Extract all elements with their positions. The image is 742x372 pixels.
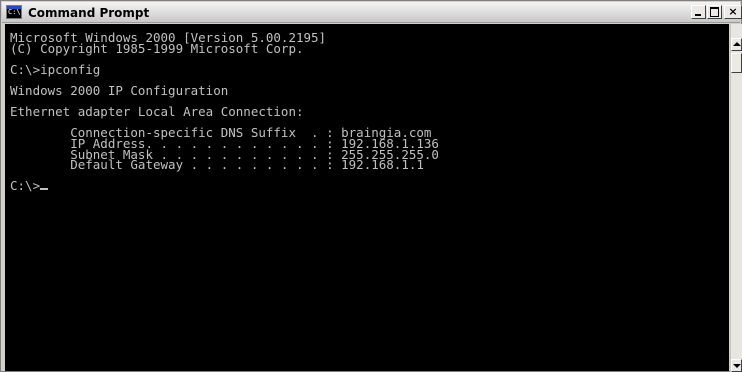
scroll-up-arrow-icon[interactable] [731,38,742,51]
prompt: C:\> [10,178,41,194]
command-prompt-window: C:\ Command Prompt × Microsoft Windows 2… [0,0,742,372]
minimize-button[interactable] [691,5,706,19]
console-line: C:\>ipconfig [10,61,101,77]
console-line: (C) Copyright 1985-1999 Microsoft Corp. [10,40,304,56]
title-bar[interactable]: C:\ Command Prompt × [2,2,742,23]
console-line: Windows 2000 IP Configuration [10,82,229,98]
text-cursor [40,188,49,191]
window-title: Command Prompt [28,6,150,20]
maximize-button[interactable] [707,5,722,19]
scroll-thumb[interactable] [731,53,742,73]
scroll-down-arrow-icon[interactable] [731,359,742,372]
console-line: Default Gateway . . . . . . . . . : 192.… [10,157,424,173]
console-text: Microsoft Windows 2000 [Version 5.00.219… [5,24,729,192]
console-line: Ethernet adapter Local Area Connection: [10,104,304,120]
console-icon[interactable]: C:\ [6,5,22,19]
vertical-scrollbar[interactable] [730,24,742,372]
close-button[interactable]: × [724,5,742,19]
console-output[interactable]: Microsoft Windows 2000 [Version 5.00.219… [5,24,729,371]
